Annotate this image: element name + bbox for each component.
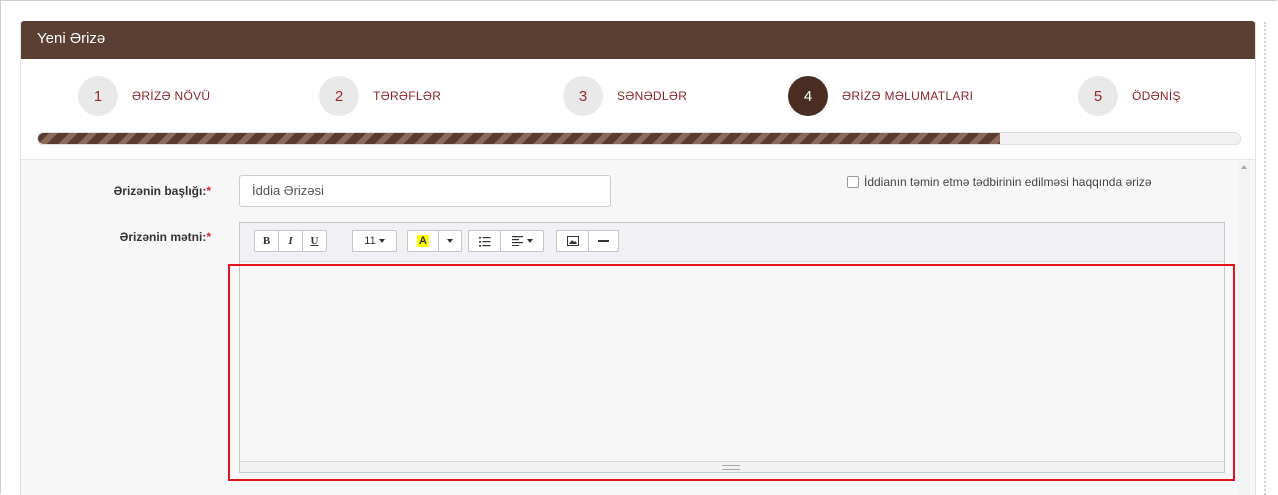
step-label: ƏRİZƏ MƏLUMATLARI	[842, 89, 974, 103]
editor-toolbar: B I U 11 A	[240, 223, 1224, 262]
required-mark: *	[206, 184, 211, 198]
step-label: ƏRİZƏ NÖVÜ	[132, 89, 211, 103]
insert-group	[556, 230, 619, 254]
insert-image-button[interactable]	[556, 230, 589, 252]
step-label: ÖDƏNİŞ	[1132, 89, 1181, 103]
wizard-progress-bar	[37, 132, 1241, 145]
annotation-highlight-box	[228, 264, 1235, 481]
paragraph-group	[468, 230, 544, 254]
step-application-details[interactable]: 4 ƏRİZƏ MƏLUMATLARI	[788, 76, 973, 116]
text-label: Ərizənin mətni:*	[21, 230, 211, 244]
text-color-icon: A	[417, 235, 429, 247]
panel-header: Yeni Ərizə	[21, 21, 1255, 59]
align-icon	[511, 236, 523, 246]
interim-measure-checkbox[interactable]	[847, 176, 859, 188]
chevron-down-icon	[447, 239, 453, 243]
panel-title: Yeni Ərizə	[37, 30, 106, 47]
font-size-value: 11	[364, 235, 376, 247]
progress-fill	[38, 133, 1000, 144]
step-number: 4	[788, 76, 828, 116]
title-input-value: İddia Ərizəsi	[252, 183, 324, 198]
interim-measure-checkbox-row[interactable]: İddianın təmin etmə tədbirinin edilməsi …	[847, 175, 1152, 189]
step-label: SƏNƏDLƏR	[617, 89, 688, 103]
horizontal-rule-button[interactable]	[588, 230, 619, 252]
italic-button[interactable]: I	[278, 230, 303, 252]
step-payment[interactable]: 5 ÖDƏNİŞ	[1078, 76, 1181, 116]
font-size-group: 11	[352, 230, 397, 254]
font-size-dropdown[interactable]: 11	[352, 230, 397, 252]
step-label: TƏRƏFLƏR	[373, 89, 442, 103]
color-group: A	[407, 230, 462, 254]
chevron-down-icon	[526, 239, 533, 243]
checkbox-label: İddianın təmin etmə tədbirinin edilməsi …	[864, 175, 1152, 189]
list-icon	[478, 236, 490, 246]
step-number: 2	[319, 76, 359, 116]
step-application-type[interactable]: 1 ƏRİZƏ NÖVÜ	[78, 76, 210, 116]
title-label: Ərizənin başlığı:*	[21, 184, 211, 198]
vertical-scrollbar[interactable]	[1238, 161, 1250, 495]
page-divider	[1264, 22, 1266, 495]
chevron-down-icon	[378, 239, 385, 243]
align-dropdown-button[interactable]	[500, 230, 544, 252]
bold-button[interactable]: B	[254, 230, 279, 252]
text-color-button[interactable]: A	[407, 230, 439, 252]
horizontal-rule-icon	[598, 240, 609, 242]
font-style-group: B I U	[254, 230, 327, 254]
required-mark: *	[206, 230, 211, 244]
text-label-text: Ərizənin mətni:	[119, 230, 207, 244]
step-number: 5	[1078, 76, 1118, 116]
title-label-text: Ərizənin başlığı:	[113, 184, 207, 198]
step-number: 1	[78, 76, 118, 116]
image-icon	[566, 236, 579, 246]
title-input[interactable]: İddia Ərizəsi	[239, 175, 611, 207]
step-documents[interactable]: 3 SƏNƏDLƏR	[563, 76, 687, 116]
underline-button[interactable]: U	[302, 230, 327, 252]
color-dropdown-button[interactable]	[438, 230, 462, 252]
scroll-up-icon[interactable]	[1241, 165, 1247, 169]
step-parties[interactable]: 2 TƏRƏFLƏR	[319, 76, 441, 116]
step-number: 3	[563, 76, 603, 116]
list-button[interactable]	[468, 230, 501, 252]
